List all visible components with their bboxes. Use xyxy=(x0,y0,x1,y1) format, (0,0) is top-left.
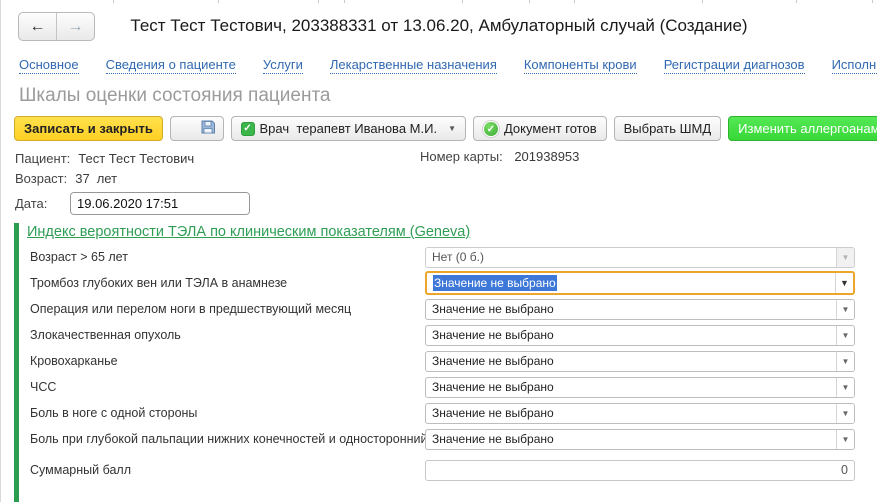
date-line: Дата: xyxy=(15,190,877,216)
tab-patient-info[interactable]: Сведения о пациенте xyxy=(106,57,236,74)
combo-dvt-history[interactable]: Значение не выбрано ▼ xyxy=(425,271,855,295)
checkbox-checked-icon: ✓ xyxy=(241,122,255,136)
change-allergy-button[interactable]: Изменить аллергоанамнез xyxy=(728,116,877,141)
date-label: Дата: xyxy=(15,196,62,211)
back-arrow-icon: ← xyxy=(30,18,46,36)
combo-value: Значение не выбрано xyxy=(426,300,836,319)
age-units: лет xyxy=(97,171,117,186)
forward-arrow-icon: → xyxy=(68,18,84,36)
chevron-down-icon[interactable]: ▼ xyxy=(836,378,854,397)
combo-value: Значение не выбрано xyxy=(426,326,836,345)
chevron-down-icon[interactable]: ▼ xyxy=(835,273,853,293)
card-number-label: Номер карты: xyxy=(420,149,503,164)
chevron-down-icon[interactable]: ▼ xyxy=(836,404,854,423)
combo-leg-pain[interactable]: Значение не выбрано ▼ xyxy=(425,403,855,424)
combo-value: Значение не выбрано xyxy=(426,404,836,423)
total-score-input[interactable] xyxy=(425,460,855,481)
history-nav: ← → xyxy=(18,12,95,41)
tab-diagnoses[interactable]: Регистрации диагнозов xyxy=(664,57,805,74)
chevron-down-icon[interactable]: ▼ xyxy=(836,430,854,449)
document-ready-button[interactable]: ✓ Документ готов xyxy=(473,116,607,141)
doctor-select-label: Врач терапевт Иванова М.И. xyxy=(260,121,438,136)
field-label-age-over-65: Возраст > 65 лет xyxy=(27,244,425,270)
chevron-down-icon[interactable]: ▼ xyxy=(836,352,854,371)
combo-hemoptysis[interactable]: Значение не выбрано ▼ xyxy=(425,351,855,372)
date-input[interactable] xyxy=(71,193,250,214)
field-label-heart-rate: ЧСС xyxy=(27,374,425,400)
combo-age-over-65[interactable]: Нет (0 б.) ▼ xyxy=(425,247,855,268)
select-shmd-button[interactable]: Выбрать ШМД xyxy=(614,116,722,141)
top-edge-artifacts xyxy=(1,0,877,4)
patient-label: Пациент: xyxy=(15,151,70,166)
card-number-block: Номер карты: 201938953 xyxy=(420,149,579,164)
card-number-value: 201938953 xyxy=(514,149,579,164)
patient-name: Тест Тест Тестович xyxy=(78,151,194,166)
document-ready-label: Документ готов xyxy=(504,121,597,136)
age-value: 37 xyxy=(75,171,89,186)
combo-heart-rate[interactable]: Значение не выбрано ▼ xyxy=(425,377,855,398)
field-label-malignancy: Злокачественная опухоль xyxy=(27,322,425,348)
chevron-down-icon[interactable]: ▼ xyxy=(836,248,854,267)
tab-services[interactable]: Услуги xyxy=(263,57,303,74)
chevron-down-icon[interactable]: ▼ xyxy=(836,326,854,345)
window-header: Тест Тест Тестович, 203388331 от 13.06.2… xyxy=(1,8,877,52)
geneva-scale-section: Индекс вероятности ТЭЛА по клиническим п… xyxy=(14,223,855,502)
floppy-save-icon xyxy=(178,104,216,153)
combo-malignancy[interactable]: Значение не выбрано ▼ xyxy=(425,325,855,346)
field-label-leg-pain: Боль в ноге с одной стороны xyxy=(27,400,425,426)
total-score-label: Суммарный балл xyxy=(27,457,425,483)
combo-value: Значение не выбрано xyxy=(426,352,836,371)
section-tabs: Основное Сведения о пациенте Услуги Лека… xyxy=(1,57,877,74)
combo-surgery-fracture[interactable]: Значение не выбрано ▼ xyxy=(425,299,855,320)
tab-medications[interactable]: Лекарственные назначения xyxy=(330,57,497,74)
ambulatory-case-window: { "window": { "title": "Тест Тест Тестов… xyxy=(0,0,877,502)
tab-performers[interactable]: Исполнители xyxy=(832,57,877,74)
scale-form: Возраст > 65 лет Нет (0 б.) ▼ Тромбоз гл… xyxy=(27,244,855,483)
selected-text: Значение не выбрано xyxy=(433,275,557,291)
date-field xyxy=(70,192,250,215)
field-label-palpation-pain-edema: Боль при глубокой пальпации нижних конеч… xyxy=(27,426,425,452)
combo-value: Значение не выбрано xyxy=(427,273,835,293)
combo-value: Значение не выбрано xyxy=(426,378,836,397)
doctor-select[interactable]: ✓ Врач терапевт Иванова М.И. ▼ xyxy=(231,116,466,141)
age-line: Возраст: 37 лет xyxy=(15,168,877,188)
tab-blood-components[interactable]: Компоненты крови xyxy=(524,57,637,74)
back-button[interactable]: ← xyxy=(19,13,56,40)
save-button[interactable] xyxy=(170,116,224,141)
field-label-dvt-history: Тромбоз глубоких вен или ТЭЛА в анамнезе xyxy=(27,270,425,296)
page-subtitle: Шкалы оценки состояния пациента xyxy=(1,85,877,107)
green-check-circle-icon: ✓ xyxy=(483,121,499,137)
patient-line: Пациент: Тест Тест Тестович Номер карты:… xyxy=(15,148,877,168)
patient-info: Пациент: Тест Тест Тестович Номер карты:… xyxy=(1,148,877,216)
combo-palpation-pain-edema[interactable]: Значение не выбрано ▼ xyxy=(425,429,855,450)
chevron-down-icon[interactable]: ▼ xyxy=(836,300,854,319)
page-title: Тест Тест Тестович, 203388331 от 13.06.2… xyxy=(1,16,877,36)
age-label: Возраст: xyxy=(15,171,67,186)
geneva-scale-title[interactable]: Индекс вероятности ТЭЛА по клиническим п… xyxy=(27,224,470,240)
forward-button[interactable]: → xyxy=(56,13,94,40)
combo-value: Нет (0 б.) xyxy=(426,248,836,267)
field-label-surgery-fracture: Операция или перелом ноги в предшествующ… xyxy=(27,296,425,322)
chevron-down-icon: ▼ xyxy=(448,124,456,133)
field-label-hemoptysis: Кровохарканье xyxy=(27,348,425,374)
save-and-close-button[interactable]: Записать и закрыть xyxy=(14,116,163,141)
toolbar: Записать и закрыть ✓ Врач терапевт Ивано… xyxy=(1,116,877,141)
combo-value: Значение не выбрано xyxy=(426,430,836,449)
tab-main[interactable]: Основное xyxy=(19,57,79,74)
